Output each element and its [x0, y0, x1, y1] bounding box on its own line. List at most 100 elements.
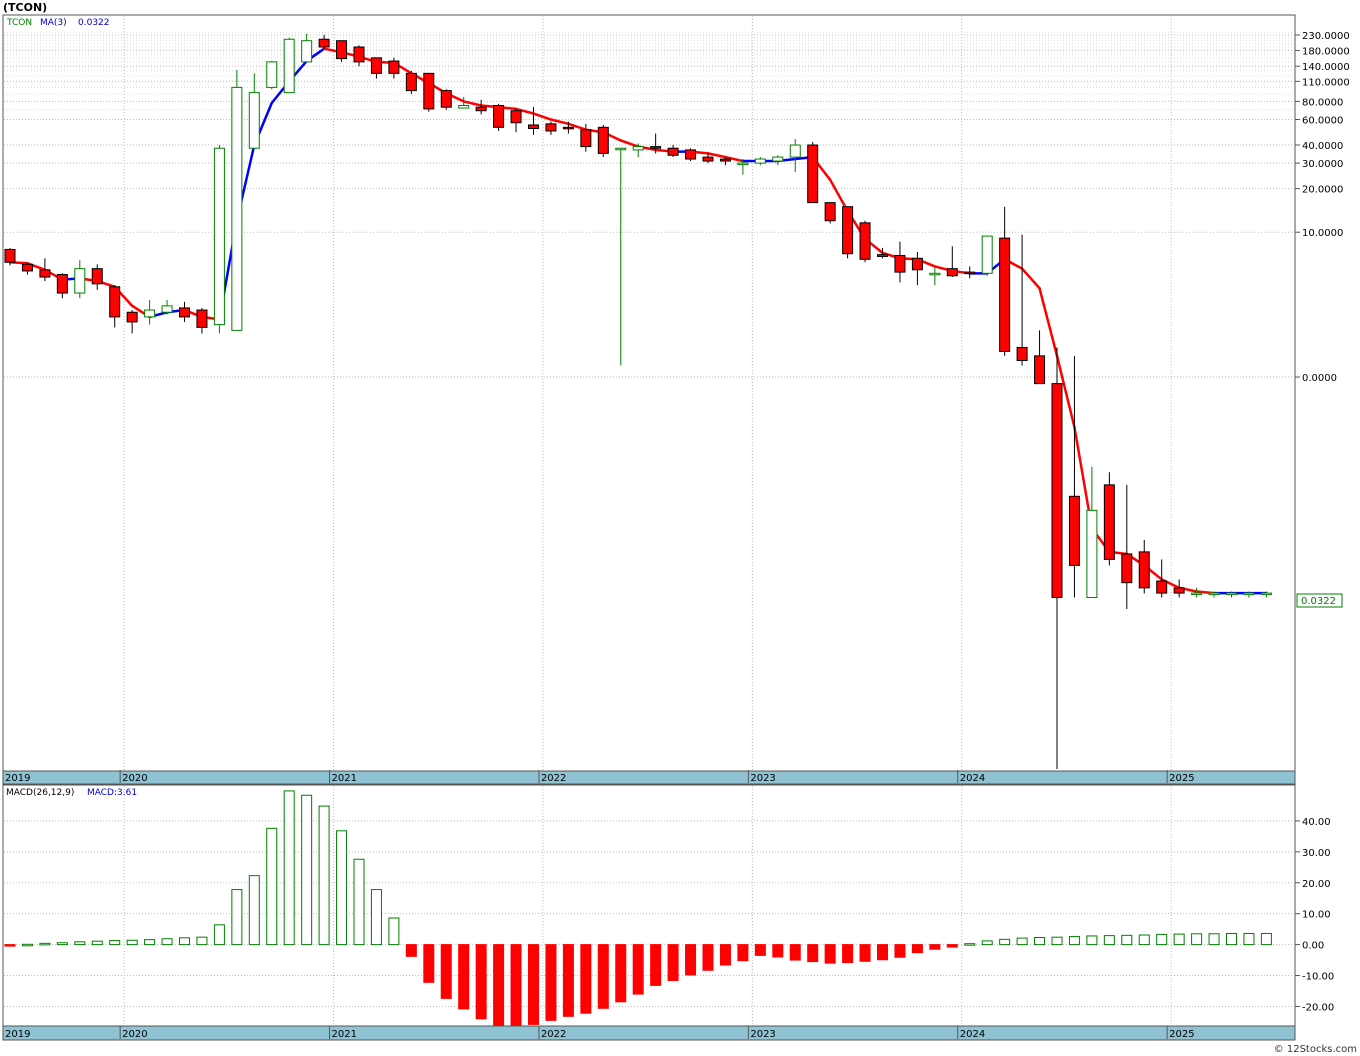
- candle-body: [772, 156, 784, 162]
- price-y-tick-label: 40.0000: [1302, 141, 1343, 152]
- macd-y-tick-label: 30.00: [1302, 848, 1331, 859]
- chart-title: (TCON): [3, 1, 47, 14]
- price-y-axis: 230.0000 180.0000 140.0000 110.0000 80.0000 6…: [1295, 31, 1350, 384]
- candle-body: [702, 156, 714, 162]
- candle-body: [266, 61, 278, 88]
- macd-bar: [388, 917, 400, 946]
- candle-body: [650, 146, 662, 149]
- price-x-axis-label: 2019: [5, 773, 30, 784]
- candle-body: [789, 144, 801, 158]
- candle-body: [807, 144, 819, 204]
- candle-body: [1138, 551, 1150, 589]
- candle-body: [528, 124, 539, 130]
- macd-x-axis-band: [2, 1025, 1296, 1041]
- macd-bar: [1016, 937, 1028, 946]
- macd-bar: [440, 944, 452, 999]
- macd-bar: [1226, 932, 1237, 946]
- macd-bar: [615, 944, 627, 1003]
- macd-bar: [824, 944, 836, 964]
- macd-y-tick-label: 40.00: [1302, 817, 1331, 828]
- macd-legend-name: MACD(26,12,9): [6, 788, 74, 798]
- candle-body: [1243, 592, 1255, 596]
- candle-body: [231, 86, 243, 331]
- watermark: © 12Stocks.com: [1274, 1044, 1357, 1055]
- macd-bar: [283, 790, 295, 946]
- macd-bar: [807, 944, 819, 963]
- macd-bar: [562, 944, 574, 1017]
- candle-body: [283, 38, 295, 94]
- price-x-axis-label: 2023: [750, 773, 775, 784]
- macd-bar: [161, 938, 173, 946]
- candle-body: [1086, 509, 1098, 599]
- price-y-tick-label: 230.0000: [1302, 31, 1350, 42]
- price-x-axis-label: 2021: [332, 773, 357, 784]
- candle-body: [1034, 355, 1046, 385]
- candle-body: [1051, 383, 1063, 599]
- price-panel-frame: [2, 14, 1296, 772]
- macd-bar: [981, 940, 993, 946]
- macd-bar: [650, 944, 662, 986]
- macd-legend-value: MACD:3.61: [87, 788, 137, 798]
- candle-body: [667, 147, 679, 156]
- candle-body: [1260, 592, 1272, 596]
- macd-bar: [248, 875, 260, 946]
- candle-body: [1016, 346, 1028, 361]
- macd-bar: [109, 940, 121, 946]
- candle-body: [370, 57, 382, 74]
- macd-bar: [39, 942, 51, 946]
- macd-bar: [929, 944, 941, 950]
- candle-body: [1191, 592, 1203, 596]
- candle-body: [109, 286, 121, 318]
- candle-body: [894, 255, 906, 273]
- macd-x-axis-label: 2021: [332, 1029, 357, 1040]
- candle-body: [545, 123, 557, 132]
- candle-body: [911, 257, 923, 271]
- macd-bar: [4, 944, 16, 947]
- macd-bar: [894, 944, 906, 958]
- price-x-axis-label: 2022: [541, 773, 566, 784]
- candle-body: [126, 311, 138, 323]
- macd-x-axis-label: 2020: [122, 1029, 147, 1040]
- price-x-axis-label: 2025: [1169, 773, 1194, 784]
- candle-body: [597, 126, 609, 154]
- candle-body: [999, 237, 1011, 353]
- price-y-tick-label: 110.0000: [1302, 77, 1350, 88]
- candle-body: [1068, 495, 1080, 566]
- macd-y-tick-label: -20.00: [1302, 1002, 1334, 1013]
- macd-bar: [423, 944, 435, 983]
- candle-body: [248, 92, 260, 149]
- macd-bar: [772, 944, 784, 958]
- macd-bar: [580, 944, 592, 1014]
- macd-x-axis-label: 2022: [541, 1029, 566, 1040]
- macd-bar: [179, 937, 190, 946]
- candle-body: [144, 309, 156, 318]
- candle-body: [4, 248, 16, 263]
- macd-bar: [91, 940, 103, 946]
- candle-body: [405, 72, 417, 92]
- candle-body: [685, 149, 697, 160]
- macd-bar: [1034, 936, 1046, 946]
- candle-body: [475, 106, 487, 112]
- candle-body: [719, 158, 731, 162]
- macd-bar: [1260, 932, 1272, 946]
- price-y-tick-label: 80.0000: [1302, 97, 1343, 108]
- candle-body: [842, 206, 854, 255]
- macd-bar: [877, 944, 888, 961]
- candle-body: [388, 60, 400, 74]
- candle-body: [301, 40, 313, 63]
- candle-body: [423, 72, 435, 110]
- macd-bar: [74, 941, 86, 946]
- candle-body: [632, 146, 644, 151]
- macd-y-tick-label: 10.00: [1302, 910, 1331, 921]
- candle-body: [1173, 587, 1185, 594]
- macd-bar: [405, 944, 417, 957]
- macd-bar: [702, 944, 714, 971]
- macd-bar: [842, 944, 854, 964]
- macd-bar: [144, 939, 156, 946]
- candle-body: [353, 46, 365, 63]
- candle-body: [737, 162, 749, 166]
- candle-body: [615, 147, 627, 151]
- price-x-axis-band: [2, 770, 1296, 785]
- candle-body: [440, 90, 452, 108]
- macd-bar: [126, 939, 138, 946]
